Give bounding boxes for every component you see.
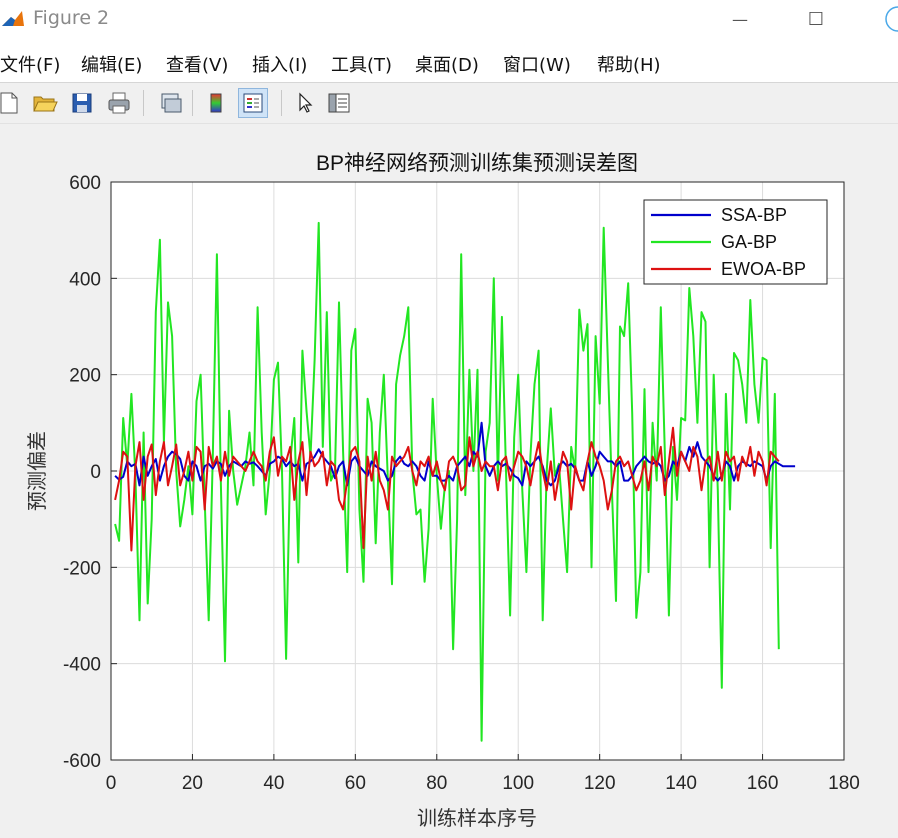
toolbar-separator xyxy=(281,90,282,116)
x-tick-label: 140 xyxy=(665,773,697,794)
legend[interactable]: SSA-BP GA-BP EWOA-BP xyxy=(643,199,828,285)
matlab-logo-icon xyxy=(0,8,26,30)
close-button[interactable] xyxy=(876,4,898,34)
legend-label: GA-BP xyxy=(721,232,777,252)
x-tick-label: 80 xyxy=(426,773,447,794)
window-title: Figure 2 xyxy=(33,7,110,29)
menu-view[interactable]: 查看(V) xyxy=(166,51,228,77)
minimize-icon: — xyxy=(732,9,748,29)
maximize-button[interactable]: ☐ xyxy=(796,4,836,34)
property-inspector-icon[interactable] xyxy=(324,88,354,118)
menu-bar: 文件(F) 编辑(E) 查看(V) 插入(I) 工具(T) 桌面(D) 窗口(W… xyxy=(0,40,898,83)
legend-label: SSA-BP xyxy=(721,205,787,225)
legend-label: EWOA-BP xyxy=(721,259,806,279)
pointer-icon[interactable] xyxy=(290,88,320,118)
x-tick-label: 180 xyxy=(828,773,860,794)
x-axis-label: 训练样本序号 xyxy=(417,807,537,830)
figure-toolbar xyxy=(0,83,898,124)
x-tick-label: 40 xyxy=(263,773,284,794)
menu-desktop[interactable]: 桌面(D) xyxy=(415,51,479,77)
menu-help[interactable]: 帮助(H) xyxy=(597,51,661,77)
chart-title: BP神经网络预测训练集预测误差图 xyxy=(316,152,638,175)
y-tick-label: -400 xyxy=(63,655,101,676)
x-tick-label: 20 xyxy=(182,773,203,794)
menu-insert[interactable]: 插入(I) xyxy=(252,51,307,77)
y-tick-label: -600 xyxy=(63,751,101,772)
close-icon xyxy=(885,6,898,32)
link-figure-icon[interactable] xyxy=(156,88,186,118)
y-tick-label: 0 xyxy=(90,462,101,483)
colorbar-icon[interactable] xyxy=(201,88,231,118)
maximize-icon: ☐ xyxy=(807,8,825,30)
menu-edit[interactable]: 编辑(E) xyxy=(81,51,142,77)
menu-window[interactable]: 窗口(W) xyxy=(503,51,571,77)
y-tick-label: 200 xyxy=(69,366,101,387)
x-tick-label: 0 xyxy=(106,773,117,794)
x-tick-label: 60 xyxy=(345,773,366,794)
legend-icon[interactable] xyxy=(238,88,268,118)
x-tick-label: 120 xyxy=(584,773,616,794)
error-line-chart[interactable]: 0 20 40 60 80 100 120 140 160 180 -600 -400 -200 0 200… xyxy=(0,124,898,834)
save-icon[interactable] xyxy=(67,88,97,118)
menu-file[interactable]: 文件(F) xyxy=(0,51,60,77)
title-bar: Figure 2 — ☐ xyxy=(0,0,898,40)
open-folder-icon[interactable] xyxy=(30,88,60,118)
y-axis-label: 预测偏差 xyxy=(26,431,49,511)
y-tick-label: 400 xyxy=(69,269,101,290)
y-tick-label: 600 xyxy=(69,173,101,194)
toolbar-separator xyxy=(192,90,193,116)
toolbar-separator xyxy=(143,90,144,116)
minimize-button[interactable]: — xyxy=(720,4,760,34)
figure-canvas[interactable]: 0 20 40 60 80 100 120 140 160 180 -600 -400 -200 0 200… xyxy=(0,124,898,834)
menu-tools[interactable]: 工具(T) xyxy=(331,51,392,77)
print-icon[interactable] xyxy=(104,88,134,118)
y-tick-label: -200 xyxy=(63,558,101,579)
x-tick-label: 100 xyxy=(502,773,534,794)
new-figure-icon[interactable] xyxy=(0,88,24,118)
x-tick-label: 160 xyxy=(747,773,779,794)
